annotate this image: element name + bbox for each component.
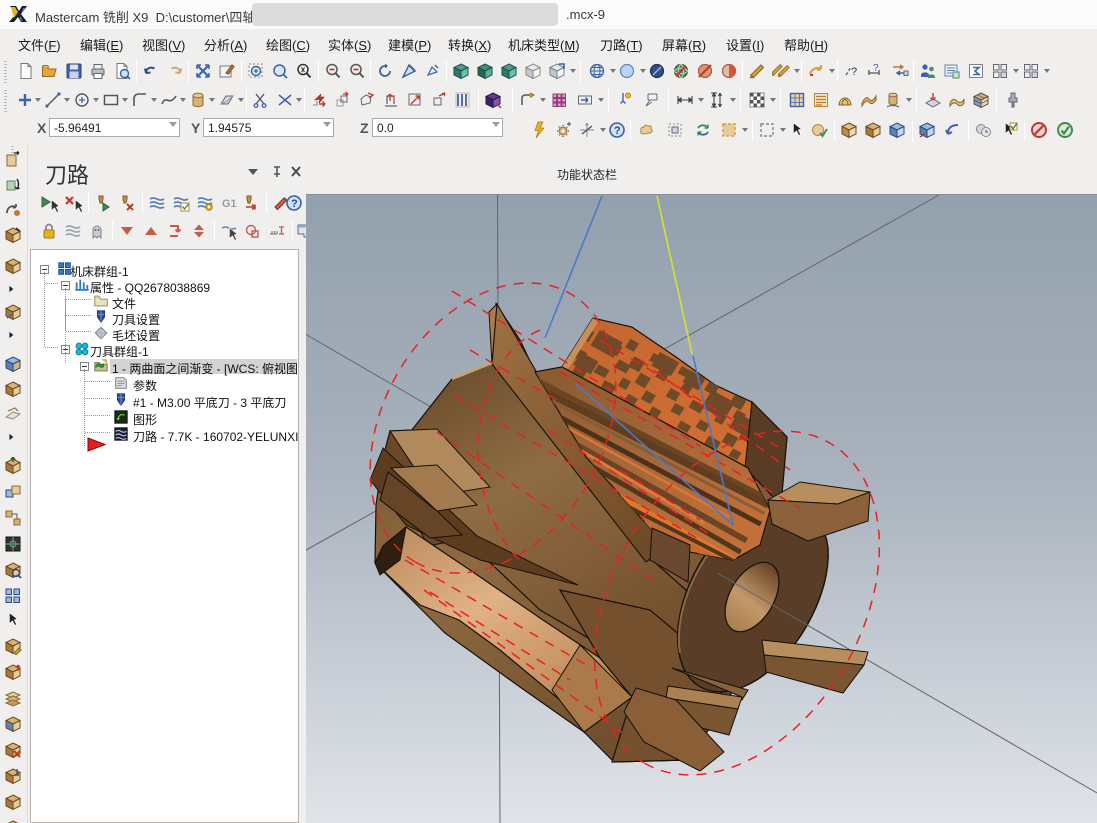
svg-text:?: ? (614, 125, 621, 137)
svg-text:?: ? (851, 66, 857, 78)
svg-text:G1: G1 (222, 198, 237, 210)
svg-text:?: ? (291, 198, 298, 210)
svg-text:?: ? (873, 63, 879, 74)
